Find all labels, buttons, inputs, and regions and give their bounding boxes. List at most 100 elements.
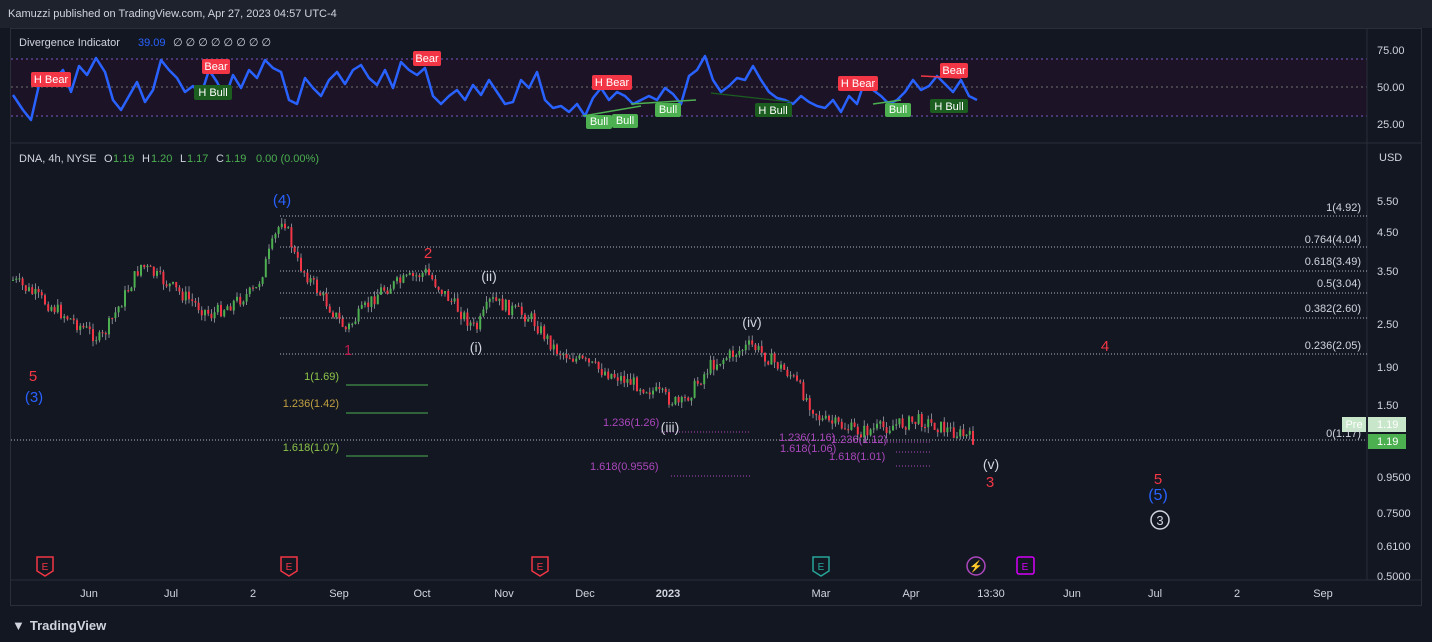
candle-body: [744, 344, 747, 351]
label-bull: Bull: [885, 103, 911, 117]
candle-body: [751, 340, 754, 345]
svg-text:E: E: [818, 562, 825, 573]
svg-text:H Bear: H Bear: [595, 77, 630, 89]
chart-frame[interactable]: Divergence Indicator 39.09 ∅ ∅ ∅ ∅ ∅ ∅ ∅…: [10, 28, 1422, 606]
candle-body: [959, 429, 962, 437]
candle-body: [709, 359, 712, 374]
price-candles[interactable]: [12, 218, 974, 446]
fib-ext-label: 1.236(1.12): [831, 434, 887, 446]
candle-body: [456, 298, 459, 312]
fib-extension-right[interactable]: 1.236(1.16) 1.236(1.12) 1.618(1.06) 1.61…: [779, 432, 931, 467]
price-tick: 3.50: [1377, 266, 1398, 278]
candle-body: [223, 310, 226, 317]
candle-body: [620, 375, 622, 381]
candle-body: [255, 287, 258, 289]
candle-body: [69, 318, 72, 320]
candle-body: [325, 293, 328, 307]
candle-body: [207, 309, 210, 314]
time-tick: Jun: [1063, 588, 1081, 600]
label-bull: Bull: [612, 114, 638, 128]
candle-body: [661, 388, 664, 390]
candle-body: [188, 291, 190, 300]
earnings-marker[interactable]: E: [36, 556, 54, 577]
candle-body: [684, 396, 686, 398]
chart-canvas[interactable]: Divergence Indicator 39.09 ∅ ∅ ∅ ∅ ∅ ∅ ∅…: [11, 29, 1421, 605]
fib-label: 0.764(4.04): [1305, 234, 1361, 246]
candle-body: [680, 396, 683, 403]
candle-body: [335, 312, 338, 318]
candle-body: [565, 354, 568, 359]
candle-body: [533, 313, 536, 327]
candle-body: [373, 296, 376, 305]
candle-body: [908, 416, 910, 430]
candle-body: [789, 375, 792, 377]
time-tick: 13:30: [977, 588, 1005, 600]
candle-body: [367, 302, 370, 308]
fib-ext-label: 1.618(1.07): [283, 442, 339, 454]
candle-body: [492, 297, 494, 299]
candle-body: [527, 319, 530, 322]
candle-body: [488, 298, 491, 302]
fib-extension-left[interactable]: 1(1.69) 1.236(1.42) 1.618(1.07): [283, 371, 428, 457]
candle-body: [300, 257, 302, 272]
candle-body: [479, 315, 482, 330]
wave-label-4-red: 4: [1101, 338, 1109, 355]
price-tick: 2.50: [1377, 319, 1398, 331]
candle-body: [428, 268, 430, 275]
time-tick: Jun: [80, 588, 98, 600]
candle-body: [840, 421, 843, 429]
tradingview-icon: ▼: [12, 618, 25, 633]
candle-body: [18, 278, 21, 280]
time-tick: 2023: [656, 588, 680, 600]
time-tick: Dec: [575, 588, 595, 600]
earnings-marker[interactable]: E: [1016, 556, 1035, 575]
candle-body: [136, 271, 139, 276]
label-bear: Bear: [413, 51, 441, 66]
candle-body: [156, 270, 158, 276]
svg-text:C: C: [216, 153, 224, 165]
candle-body: [316, 279, 318, 293]
candle-body: [111, 318, 114, 320]
ohlc-high: 1.20: [151, 153, 172, 165]
candle-body: [882, 421, 885, 428]
time-tick: Sep: [329, 588, 349, 600]
candle-body: [671, 404, 674, 406]
candle-body: [956, 436, 958, 438]
candle-body: [184, 291, 187, 301]
candle-body: [594, 361, 597, 363]
candle-body: [786, 369, 789, 377]
candle-body: [668, 392, 670, 405]
time-tick: Sep: [1313, 588, 1333, 600]
candle-body: [354, 321, 357, 324]
candle-body: [722, 359, 725, 364]
tradingview-logo[interactable]: ▼ TradingView: [12, 618, 106, 633]
candle-body: [440, 289, 443, 294]
candle-body: [252, 287, 254, 289]
earnings-marker[interactable]: E: [531, 556, 549, 577]
candle-body: [700, 383, 702, 385]
wave-label-3-blue: (3): [25, 389, 43, 406]
indicator-name[interactable]: Divergence Indicator: [19, 37, 120, 49]
candle-body: [636, 377, 638, 392]
candle-body: [821, 418, 824, 421]
candle-body: [98, 332, 101, 341]
candle-body: [645, 392, 648, 394]
candle-body: [568, 358, 571, 360]
candle-body: [863, 425, 866, 438]
candle-body: [610, 373, 613, 379]
candle-body: [53, 306, 56, 313]
lightning-icon[interactable]: ⚡: [966, 556, 986, 576]
label-h-bear: H Bear: [592, 75, 632, 90]
candle-body: [738, 350, 741, 356]
ohlc-low: 1.17: [187, 153, 208, 165]
candle-body: [44, 295, 46, 305]
earnings-marker[interactable]: E: [812, 556, 830, 577]
candle-body: [600, 369, 603, 376]
indicator-value: 39.09: [138, 37, 166, 49]
earnings-marker[interactable]: E: [280, 556, 298, 577]
candle-body: [572, 358, 574, 362]
candle-body: [386, 290, 389, 294]
candle-body: [642, 389, 645, 393]
candle-body: [226, 306, 229, 311]
symbol-legend[interactable]: DNA, 4h, NYSE O 1.19 H 1.20 L 1.17 C 1.1…: [19, 153, 319, 165]
